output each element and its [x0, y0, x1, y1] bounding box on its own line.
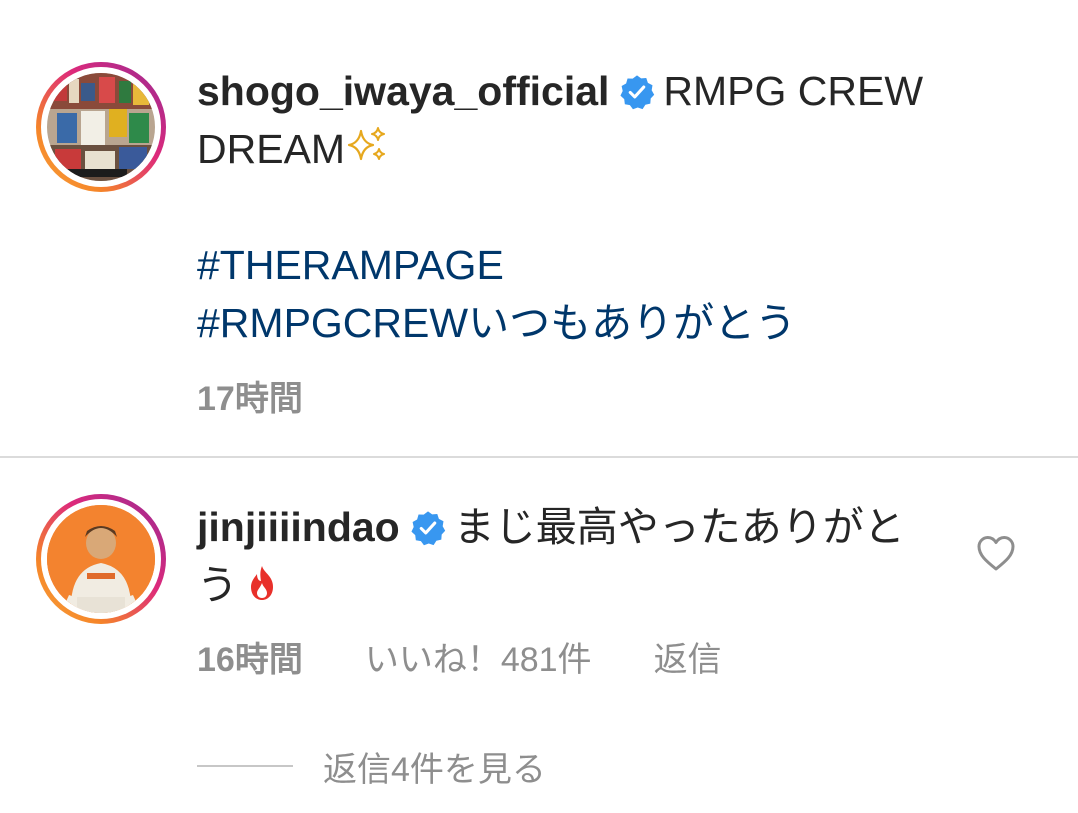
hashtag-link[interactable]: #THERAMPAGE	[197, 236, 796, 294]
post-author-username[interactable]: shogo_iwaya_official	[197, 68, 609, 114]
hashtag-list: #THERAMPAGE #RMPGCREWいつもありがとう	[197, 236, 796, 352]
comment-like-count[interactable]: いいね！481件	[365, 632, 592, 681]
comment-meta: 16時間 いいね！481件 返信	[197, 632, 722, 681]
post-timestamp: 17時間	[197, 380, 303, 418]
post-caption: shogo_iwaya_official RMPG CREW DREAM #TH…	[0, 0, 1078, 456]
verified-badge-icon	[411, 511, 445, 546]
view-replies-button[interactable]: 返信4件を見る	[197, 744, 546, 789]
avatar-image	[47, 505, 155, 613]
reply-button[interactable]: 返信	[654, 632, 722, 681]
comment-timestamp: 16時間	[197, 640, 303, 679]
commenter-avatar[interactable]	[36, 494, 166, 624]
caption-block: shogo_iwaya_official RMPG CREW DREAM	[197, 62, 1017, 178]
comment-body: jinjiiiindao まじ最高やったありがとう	[197, 498, 937, 614]
avatar-image	[47, 73, 155, 181]
divider	[0, 456, 1078, 458]
view-replies-label: 返信4件を見る	[323, 750, 546, 789]
author-avatar[interactable]	[36, 62, 166, 192]
like-comment-heart-icon[interactable]	[976, 534, 1016, 572]
hashtag-link[interactable]: #RMPGCREWいつもありがとう	[197, 294, 796, 352]
sparkles-icon	[347, 127, 386, 161]
fire-icon	[243, 564, 281, 602]
comment-author-username[interactable]: jinjiiiindao	[197, 504, 400, 550]
view-replies-line	[197, 765, 293, 767]
verified-badge-icon	[620, 75, 655, 110]
